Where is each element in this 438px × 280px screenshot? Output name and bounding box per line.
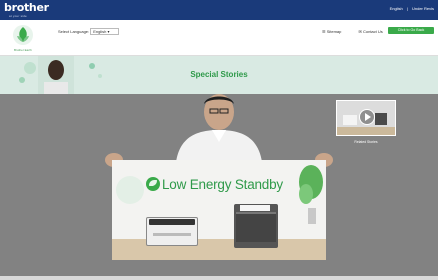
thumbnail-caption: Related Stories [354, 140, 378, 144]
page-banner: Special Stories [0, 56, 438, 94]
printer-paper-output [240, 205, 270, 211]
top-bar: brother at your side English | Under Rev… [0, 0, 438, 20]
top-link-divider: | [406, 6, 408, 11]
language-value: English [93, 29, 107, 34]
sub-header: Brother Earth Select Language: English ▾… [0, 20, 438, 70]
leaf-icon [146, 177, 160, 191]
logo-tagline: at your side [9, 14, 27, 18]
video-headline: Low Energy Standby [162, 177, 283, 192]
top-link-english[interactable]: English [390, 6, 403, 11]
plant-icon [299, 165, 323, 224]
related-video-thumbnail[interactable] [336, 100, 396, 136]
play-icon[interactable] [359, 109, 375, 125]
page-title: Special Stories [190, 70, 248, 79]
brother-earth-logo-icon[interactable] [12, 24, 34, 46]
video-controls-strip[interactable] [0, 276, 438, 280]
back-button[interactable]: Click to Go Back [388, 27, 434, 34]
sitemap-link[interactable]: ☰ Sitemap [322, 29, 349, 34]
language-label: Select Language [58, 29, 89, 34]
contact-label: Contact Us [362, 29, 383, 34]
laser-printer-image [234, 204, 278, 248]
eco-logo-caption: Brother Earth [14, 48, 32, 52]
language-selector: Select Language: English ▾ [58, 28, 119, 35]
contact-link[interactable]: ✉ Contact Us [359, 29, 391, 34]
printer-scanner-lid [149, 219, 195, 225]
inkjet-printer-image [146, 217, 198, 246]
printer-front-panel [236, 212, 276, 242]
language-dropdown[interactable]: English ▾ [90, 28, 119, 35]
sitemap-label: Sitemap [326, 29, 342, 34]
top-links: English | Under Revis [387, 6, 434, 11]
top-link-under-revision[interactable]: Under Revis [412, 6, 434, 11]
brother-logo[interactable]: brother [4, 2, 49, 13]
printer-paper-slot [153, 233, 191, 236]
desk-surface [112, 239, 326, 260]
video-frame-panel: Low Energy Standby [112, 160, 326, 260]
